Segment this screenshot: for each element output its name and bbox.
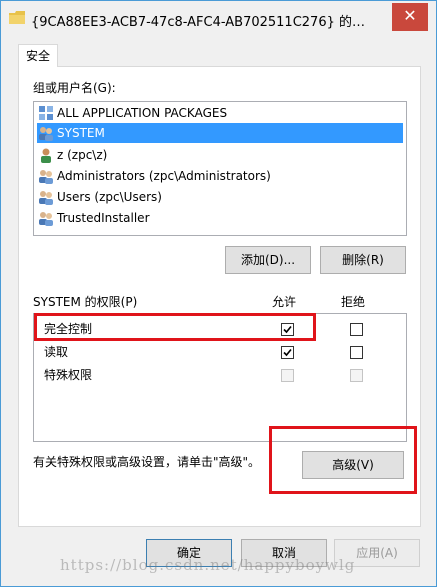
list-item-system[interactable]: SYSTEM — [37, 123, 403, 143]
list-item-label: Administrators (zpc\Administrators) — [57, 169, 271, 183]
list-item-label: Users (zpc\Users) — [57, 190, 162, 204]
user-icon — [41, 148, 51, 163]
list-item-label: z (zpc\z) — [57, 148, 108, 162]
properties-dialog: {9CA88EE3-ACB7-47c8-AFC4-AB702511C276} 的… — [0, 0, 437, 587]
users-icon — [39, 170, 53, 184]
list-item-label: SYSTEM — [57, 126, 105, 140]
close-button[interactable]: ✕ — [392, 3, 428, 31]
permission-row-read: 读取 — [34, 341, 406, 363]
allow-column-header: 允许 — [272, 295, 297, 309]
list-item-administrators[interactable]: Administrators (zpc\Administrators) — [37, 166, 403, 186]
deny-checkbox-read[interactable] — [350, 346, 363, 359]
list-item-trustedinstaller[interactable]: TrustedInstaller — [37, 208, 403, 228]
list-item-label: TrustedInstaller — [57, 211, 150, 225]
list-item-label: ALL APPLICATION PACKAGES — [57, 106, 228, 120]
allow-checkbox-read[interactable] — [281, 346, 294, 359]
deny-column-header: 拒绝 — [341, 295, 366, 309]
permission-row-special: 特殊权限 — [34, 364, 406, 386]
permission-name: 读取 — [44, 345, 69, 359]
checkmark-icon — [283, 348, 292, 357]
window-title: {9CA88EE3-ACB7-47c8-AFC4-AB702511C276} 的… — [31, 15, 366, 30]
deny-checkbox-full-control[interactable] — [350, 323, 363, 336]
deny-checkbox-special — [350, 369, 363, 382]
watermark-text: https://blog.csdn.net/happyboywlg — [60, 556, 356, 574]
permissions-label: SYSTEM 的权限(P) — [33, 295, 138, 309]
remove-button[interactable]: 删除(R) — [320, 246, 406, 274]
permission-name: 特殊权限 — [44, 368, 93, 382]
title-bar[interactable]: {9CA88EE3-ACB7-47c8-AFC4-AB702511C276} 的… — [1, 1, 436, 39]
users-icon — [39, 212, 53, 226]
users-icon — [39, 191, 53, 205]
advanced-hint-text: 有关特殊权限或高级设置，请单击"高级"。 — [33, 455, 261, 469]
groups-listbox[interactable]: ALL APPLICATION PACKAGES SYSTEM z (zpc\z… — [33, 101, 407, 236]
list-item-z[interactable]: z (zpc\z) — [37, 145, 403, 165]
folder-icon — [9, 11, 25, 24]
highlight-advanced-button — [269, 426, 417, 494]
tab-security[interactable]: 安全 — [18, 44, 58, 67]
users-icon — [39, 127, 53, 141]
add-button[interactable]: 添加(D)... — [225, 246, 311, 274]
highlight-full-control — [34, 313, 316, 341]
list-item-all-application-packages[interactable]: ALL APPLICATION PACKAGES — [37, 103, 403, 123]
package-icon — [39, 106, 53, 120]
allow-checkbox-special — [281, 369, 294, 382]
list-item-users[interactable]: Users (zpc\Users) — [37, 187, 403, 207]
groups-label: 组或用户名(G): — [33, 81, 116, 95]
